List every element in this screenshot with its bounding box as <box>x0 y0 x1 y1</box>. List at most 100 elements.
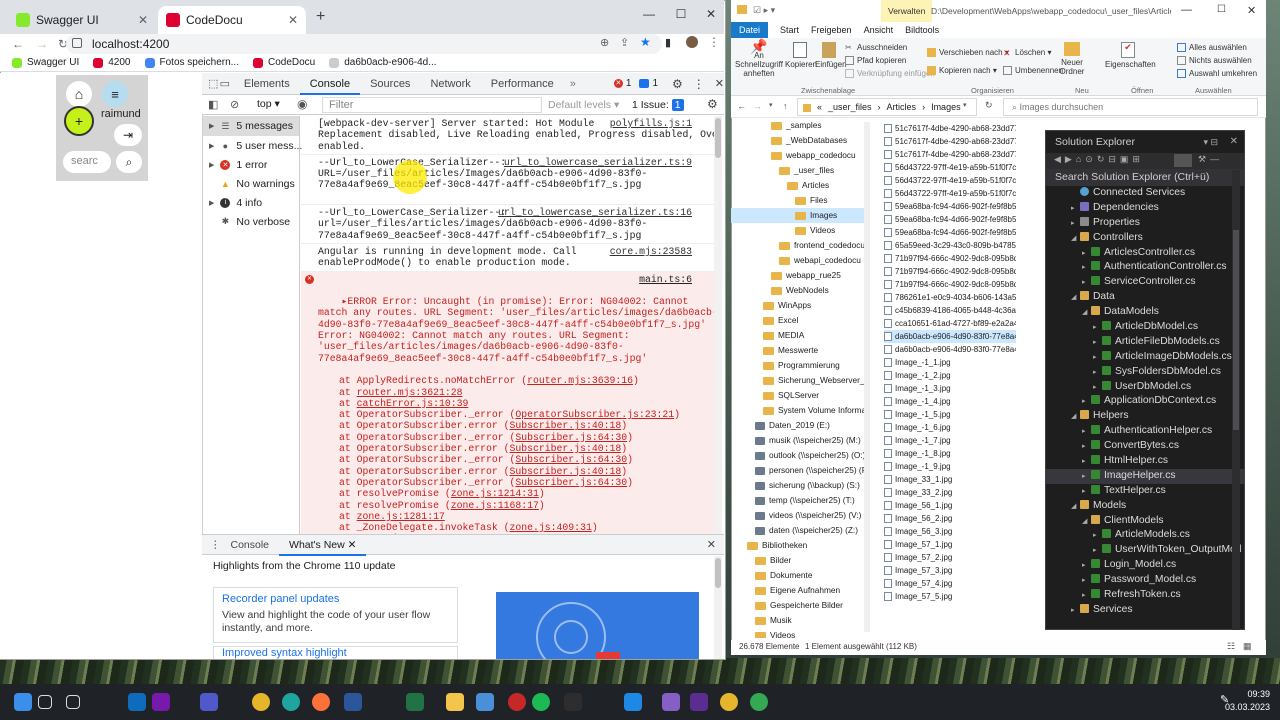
tree-item[interactable]: temp (\\speicher25) (T:) <box>731 493 864 508</box>
clear-console-icon[interactable]: ⊘ <box>230 98 239 111</box>
solution-node[interactable]: ▸ ImageHelper.cs <box>1046 468 1244 484</box>
file-item[interactable]: 71b97f94-666c-4902-9dc8-095b8d1 <box>884 252 1016 265</box>
console-filter-input[interactable]: Filter <box>322 97 542 113</box>
toggle-sidebar-icon[interactable]: ◧ <box>208 98 218 111</box>
windows-icon[interactable] <box>14 693 32 711</box>
solution-node[interactable]: ▸ UserWithToken_OutputMod <box>1046 543 1244 558</box>
whats-new-card-2[interactable]: Improved syntax highlight <box>213 646 458 659</box>
forward-icon[interactable]: → <box>36 37 48 51</box>
maximize-icon[interactable]: ☐ <box>1217 4 1226 15</box>
solution-node[interactable]: ▸ HtmlHelper.cs <box>1046 454 1244 469</box>
address-breadcrumb[interactable]: « _user_files › Articles › Images <box>797 98 977 116</box>
file-item[interactable]: Image_-1_4.jpg <box>884 395 1016 408</box>
message-source-link[interactable]: url_to_lowercase_serializer.ts:16 <box>498 207 692 218</box>
bookmark-item[interactable]: Swagger UI <box>12 57 79 68</box>
drawer-tab-console[interactable]: Console <box>221 534 280 556</box>
stack-location-link[interactable]: catchError.js:10:39 <box>357 398 469 409</box>
expand-arrow-icon[interactable]: ▸ <box>1093 366 1102 380</box>
url-bar[interactable]: localhost:4200 <box>66 34 662 54</box>
solution-node[interactable]: ▸ ConvertBytes.cs <box>1046 439 1244 454</box>
close-drawer-icon[interactable]: ✕ <box>707 538 716 551</box>
tree-item[interactable]: webapi_codedocu <box>731 253 864 268</box>
tab-swagger-ui[interactable]: Swagger UI ✕ <box>8 6 156 34</box>
message-source-link[interactable]: core.mjs:23583 <box>610 246 692 257</box>
solution-node[interactable]: ▸ ArticleImageDbModels.cs <box>1046 350 1244 365</box>
tree-item[interactable]: Messwerte <box>731 343 864 358</box>
stack-location-link[interactable]: zone.js:1281:17 <box>357 511 445 522</box>
chrome3-icon[interactable] <box>750 693 768 711</box>
stack-location-link[interactable]: Subscriber.js:40:18 <box>510 420 622 431</box>
solution-node[interactable]: ▸ UserDbModel.cs <box>1046 380 1244 395</box>
console-scrollbar[interactable] <box>714 116 722 534</box>
system-clock[interactable]: 09:39 03.03.2023 <box>1225 688 1270 714</box>
file-item[interactable]: Image_-1_3.jpg <box>884 382 1016 395</box>
solution-node[interactable]: ▸ ServiceController.cs <box>1046 275 1244 290</box>
stack-location-link[interactable]: OperatorSubscriber.js:23:21 <box>515 409 674 420</box>
explorer-icon[interactable] <box>446 693 464 711</box>
breadcrumb-item[interactable]: Articles <box>887 102 917 112</box>
tree-item[interactable]: outlook (\\speicher25) (O:) <box>731 448 864 463</box>
tree-item[interactable]: _WebDatabases <box>731 133 864 148</box>
stack-location-link[interactable]: zone.js:1214:31 <box>451 488 539 499</box>
file-item[interactable]: 71b97f94-666c-4902-9dc8-095b8d1 <box>884 278 1016 291</box>
logout-icon[interactable]: ⇥ <box>114 124 142 146</box>
chrome-icon[interactable] <box>252 693 270 711</box>
move-to-button[interactable]: Verschieben nach ▾ <box>927 48 1009 57</box>
file-item[interactable]: Image_-1_9.jpg <box>884 460 1016 473</box>
properties-button[interactable]: ✔ Eigenschaften <box>1105 42 1156 69</box>
tree-item[interactable]: _samples <box>731 118 864 133</box>
vscode-icon[interactable] <box>624 693 642 711</box>
sidepanel-icon[interactable]: ▮ <box>665 36 671 49</box>
stack-location-link[interactable]: router.mjs:3639:16 <box>527 375 633 386</box>
solution-node[interactable]: ▸ ArticlesController.cs <box>1046 246 1244 261</box>
tree-item[interactable]: MEDIA <box>731 328 864 343</box>
solution-node[interactable]: ▸ RefreshToken.cs <box>1046 588 1244 603</box>
tree-item[interactable]: musik (\\speicher25) (M:) <box>731 433 864 448</box>
file-item[interactable]: 65a59eed-3c29-43c0-809b-b47859 <box>884 239 1016 252</box>
select-none-button[interactable]: Nichts auswählen <box>1177 56 1252 65</box>
back-icon[interactable]: ← <box>12 37 24 51</box>
pending-changes-icon[interactable] <box>1174 154 1192 167</box>
file-item[interactable]: cca10651-61ad-4727-bf89-e2a2a46 <box>884 317 1016 330</box>
solution-node[interactable]: ▸ AuthenticationHelper.cs <box>1046 424 1244 439</box>
select-all-button[interactable]: Alles auswählen <box>1177 43 1247 52</box>
search-icon[interactable] <box>38 695 52 709</box>
file-item[interactable]: Image_-1_7.jpg <box>884 434 1016 447</box>
file-item[interactable]: Image_57_2.jpg <box>884 551 1016 564</box>
file-item[interactable]: Image_33_2.jpg <box>884 486 1016 499</box>
file-item[interactable]: 71b97f94-666c-4902-9dc8-095b8d1 <box>884 265 1016 278</box>
stack-location-link[interactable]: Subscriber.js:64:30 <box>515 432 627 443</box>
profile-avatar[interactable] <box>686 36 698 48</box>
file-item[interactable]: 56d43722-97ff-4e19-a59b-51f0f7cf <box>884 187 1016 200</box>
stack-location-link[interactable]: zone.js:1168:17 <box>451 500 539 511</box>
tab-network[interactable]: Network <box>420 73 480 95</box>
scrollbar-thumb[interactable] <box>715 118 721 158</box>
bookmark-item[interactable]: 4200 <box>93 57 131 68</box>
site-info-icon[interactable] <box>72 38 82 48</box>
drawer-tab-whats-new[interactable]: What's New ✕ <box>279 534 367 556</box>
more-options-icon[interactable]: ⋮ <box>693 77 705 91</box>
close-tab-icon[interactable]: ✕ <box>288 13 298 27</box>
solution-node[interactable]: ▸ ArticleModels.cs <box>1046 528 1244 543</box>
new-folder-button[interactable]: Neuer Ordner <box>1059 42 1085 76</box>
tree-item[interactable]: Files <box>731 193 864 208</box>
scrollbar-thumb[interactable] <box>1233 230 1239 430</box>
add-icon[interactable]: + <box>64 106 94 136</box>
tree-item[interactable]: Bibliotheken <box>731 538 864 553</box>
tree-item[interactable]: _user_files <box>731 163 864 178</box>
tree-item[interactable]: personen (\\speicher25) (P:) <box>731 463 864 478</box>
file-item[interactable]: 51c7617f-4dbe-4290-ab68-23dd77 <box>884 122 1016 135</box>
tree-item[interactable]: Excel <box>731 313 864 328</box>
file-item[interactable]: Image_33_1.jpg <box>884 473 1016 486</box>
solution-node[interactable]: ▸ Properties <box>1046 216 1244 231</box>
tree-item[interactable]: frontend_codedocu <box>731 238 864 253</box>
minimize-icon[interactable]: — <box>1181 4 1192 16</box>
tab-performance[interactable]: Performance <box>481 73 564 95</box>
file-item[interactable]: Image_57_3.jpg <box>884 564 1016 577</box>
share-icon[interactable]: ⇪ <box>620 36 629 49</box>
expand-arrow-icon[interactable]: ▸ <box>1093 381 1102 395</box>
more-tabs-icon[interactable]: » <box>570 78 576 90</box>
expand-arrow-icon[interactable]: ▸ <box>1082 276 1091 290</box>
message-source-link[interactable]: polyfills.js:1 <box>610 118 692 129</box>
rename-button[interactable]: Umbenennen <box>1003 66 1063 75</box>
